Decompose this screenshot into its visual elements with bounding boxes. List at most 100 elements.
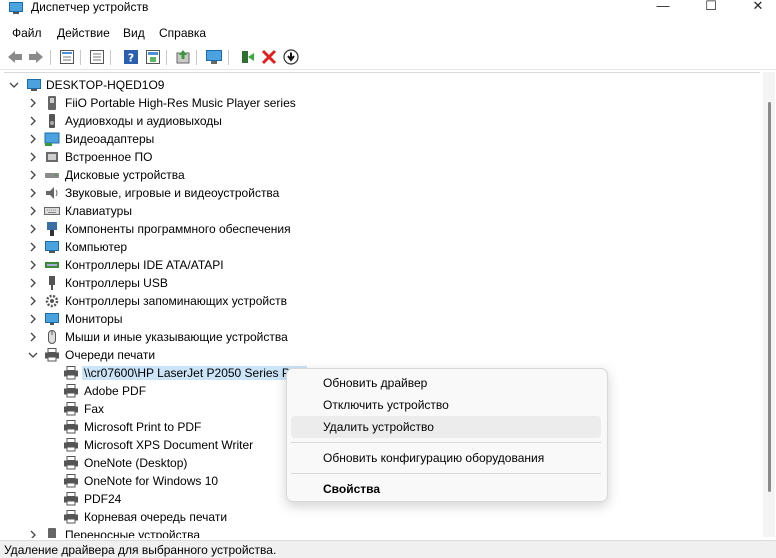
chevron-right-icon[interactable] — [28, 151, 38, 163]
tree-category-label: Переносные устройства — [65, 528, 201, 538]
printer-icon — [64, 384, 78, 398]
tree-category[interactable]: Дисковые устройства — [4, 166, 744, 184]
tree-root[interactable]: DESKTOP-HQED1O9 — [4, 76, 744, 94]
print-queue-item-label: \\cr07600\HP LaserJet P2050 Series PCL — [82, 366, 308, 380]
usb-controller-icon — [49, 276, 55, 290]
chevron-right-icon[interactable] — [28, 187, 38, 199]
tree-category[interactable]: Мониторы — [4, 310, 744, 328]
tree-category[interactable]: Компоненты программного обеспечения — [4, 220, 744, 238]
tree-category-label: Звуковые, игровые и видеоустройства — [65, 186, 280, 200]
tree-category[interactable]: Звуковые, игровые и видеоустройства — [4, 184, 744, 202]
disk-drive-icon — [45, 173, 59, 178]
tree-category[interactable]: Компьютер — [4, 238, 744, 256]
tree-category-label: Аудиовходы и аудиовыходы — [65, 114, 222, 128]
printer-icon — [64, 438, 78, 452]
tree-category[interactable]: Встроенное ПО — [4, 148, 744, 166]
maximize-button[interactable]: ☐ — [688, 0, 734, 16]
chevron-right-icon[interactable] — [28, 241, 38, 253]
scrollbar-thumb[interactable] — [768, 102, 771, 492]
print-queue-item-label: OneNote (Desktop) — [84, 456, 188, 470]
enable-device-icon[interactable] — [238, 48, 256, 66]
status-text: Удаление драйвера для выбранного устройс… — [4, 543, 277, 557]
computer-icon — [27, 79, 41, 91]
toolbar-separator — [228, 50, 229, 65]
tree-category-label: Контроллеры USB — [65, 276, 168, 290]
chevron-right-icon[interactable] — [28, 133, 38, 145]
context-menu: Обновить драйвер Отключить устройство Уд… — [286, 368, 608, 502]
help-icon[interactable]: ? — [122, 48, 140, 66]
tree-category[interactable]: Аудиовходы и аудиовыходы — [4, 112, 744, 130]
chevron-down-icon[interactable] — [9, 79, 19, 91]
menu-view[interactable]: Вид — [123, 26, 145, 40]
tree-category[interactable]: Контроллеры запоминающих устройств — [4, 292, 744, 310]
tree-category-label: Мыши и иные указывающие устройства — [65, 330, 288, 344]
tree-root-label: DESKTOP-HQED1O9 — [46, 78, 165, 92]
usb-device-icon — [48, 96, 56, 110]
close-button[interactable]: ✕ — [735, 0, 776, 16]
forward-icon[interactable] — [27, 48, 45, 66]
toolbar-separator — [110, 50, 111, 65]
toolbar: ? — [0, 45, 776, 70]
device-manager-icon — [9, 2, 23, 14]
tree-category[interactable]: Видеоадаптеры — [4, 130, 744, 148]
scan-hardware-icon[interactable] — [205, 48, 223, 66]
tree-category-label: Видеоадаптеры — [65, 132, 155, 146]
print-queue-item[interactable]: Корневая очередь печати — [4, 508, 744, 526]
tree-category[interactable]: Мыши и иные указывающие устройства — [4, 328, 744, 346]
menu-help[interactable]: Справка — [159, 26, 206, 40]
printer-icon — [64, 420, 78, 434]
print-queue-item-label: Корневая очередь печати — [84, 510, 228, 524]
chevron-down-icon[interactable] — [28, 349, 38, 361]
uninstall-icon[interactable] — [260, 48, 278, 66]
menu-item-scan-hardware[interactable]: Обновить конфигурацию оборудования — [291, 447, 601, 469]
menu-item-properties[interactable]: Свойства — [291, 478, 601, 500]
software-component-icon — [47, 222, 57, 236]
portable-device-icon — [48, 528, 56, 538]
tree-category[interactable]: Контроллеры IDE ATA/ATAPI — [4, 256, 744, 274]
toolbar-separator — [196, 50, 197, 65]
chevron-right-icon[interactable] — [28, 169, 38, 181]
monitor-icon — [45, 313, 59, 325]
printer-icon — [64, 510, 78, 524]
firmware-icon — [46, 152, 58, 162]
chevron-right-icon[interactable] — [28, 277, 38, 289]
chevron-right-icon[interactable] — [28, 295, 38, 307]
chevron-right-icon[interactable] — [28, 313, 38, 325]
disable-icon[interactable] — [282, 48, 300, 66]
tree-category-label: Контроллеры IDE ATA/ATAPI — [65, 258, 224, 272]
chevron-right-icon[interactable] — [28, 97, 38, 109]
speaker-icon — [49, 114, 55, 128]
storage-controller-icon — [45, 294, 59, 308]
show-hide-icon[interactable] — [88, 48, 106, 66]
menu-action[interactable]: Действие — [57, 26, 110, 40]
print-queue-item-label: Fax — [84, 402, 105, 416]
chevron-right-icon[interactable] — [28, 529, 38, 538]
toolbar-separator — [50, 50, 51, 65]
print-queue-item-label: Microsoft XPS Document Writer — [84, 438, 254, 452]
tree-category[interactable]: Очереди печати — [4, 346, 744, 364]
properties-icon[interactable] — [58, 48, 76, 66]
vertical-scrollbar[interactable] — [763, 72, 775, 537]
printer-icon — [64, 492, 78, 506]
tree-category[interactable]: FiiO Portable High-Res Music Player seri… — [4, 94, 744, 112]
action-icon[interactable] — [144, 48, 162, 66]
update-driver-icon[interactable] — [174, 48, 192, 66]
chevron-right-icon[interactable] — [28, 259, 38, 271]
chevron-right-icon[interactable] — [28, 223, 38, 235]
back-icon[interactable] — [6, 48, 24, 66]
minimize-button[interactable]: — — [640, 0, 686, 16]
tree-category[interactable]: Клавиатуры — [4, 202, 744, 220]
chevron-right-icon[interactable] — [28, 205, 38, 217]
tree-category[interactable]: Контроллеры USB — [4, 274, 744, 292]
chevron-right-icon[interactable] — [28, 331, 38, 343]
menu-item-disable-device[interactable]: Отключить устройство — [291, 394, 601, 416]
menu-item-update-driver[interactable]: Обновить драйвер — [291, 372, 601, 394]
menu-file[interactable]: Файл — [12, 26, 42, 40]
window-title: Диспетчер устройств — [31, 0, 149, 14]
title-bar: Диспетчер устройств — ☐ ✕ — [0, 0, 776, 18]
tree-category[interactable]: Переносные устройства — [4, 526, 744, 538]
chevron-right-icon[interactable] — [28, 115, 38, 127]
printer-icon — [64, 474, 78, 488]
tree-category-label: Мониторы — [65, 312, 123, 326]
menu-item-uninstall-device[interactable]: Удалить устройство — [291, 416, 601, 438]
